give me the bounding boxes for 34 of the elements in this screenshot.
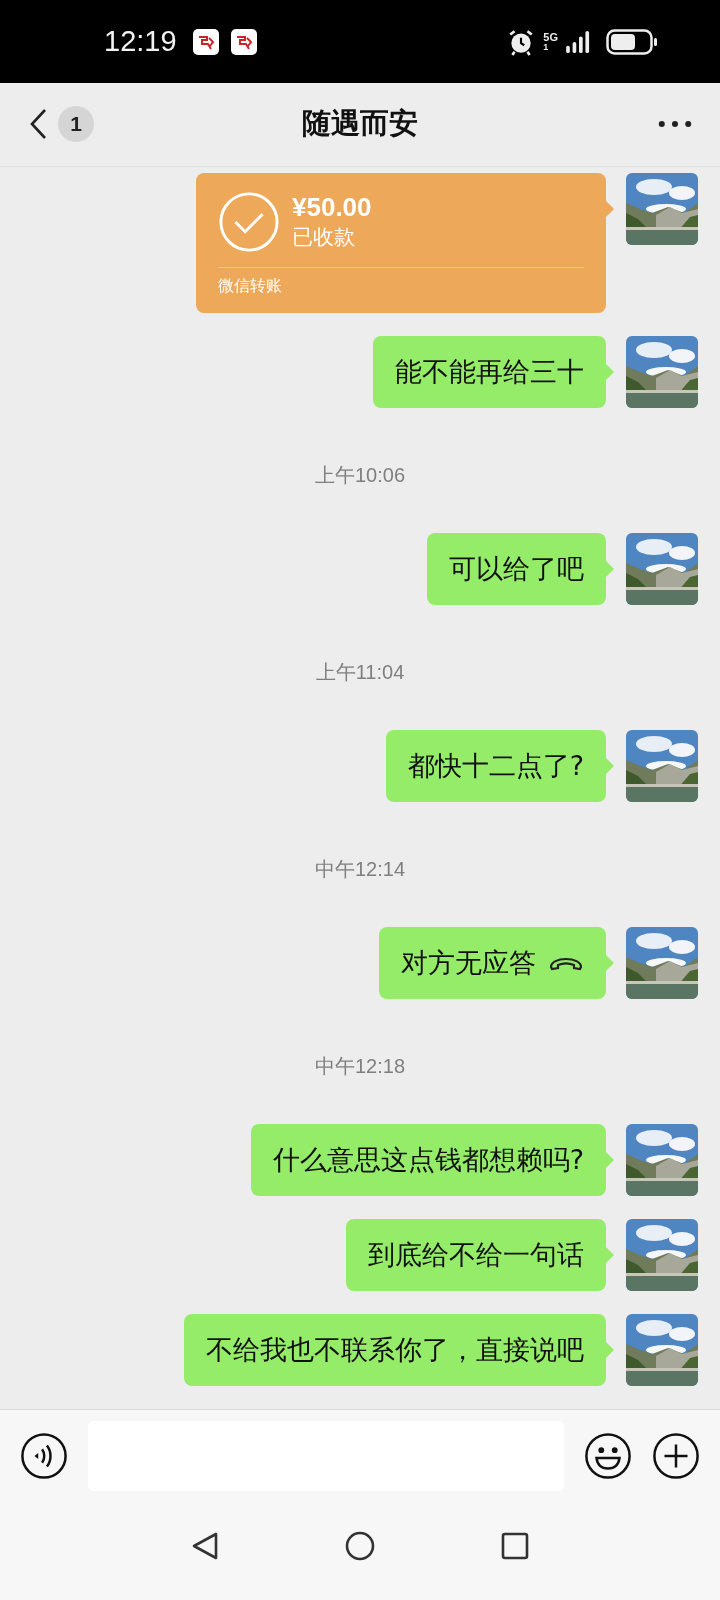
transfer-amount: ¥50.00 [292,192,372,224]
message-bubble: 都快十二点了? [385,729,614,802]
signal-icon [566,30,592,53]
emoji-icon[interactable] [584,1431,632,1480]
message-bubble: 到底给不给一句话 [346,1218,614,1291]
message-time: 上午11:04 [315,659,405,685]
message-bubble: 能不能再给三十 [373,335,614,408]
sim-label: 1 [543,42,550,52]
call-bubble[interactable]: 对方无应答 [379,926,614,999]
call-status: 对方无应答 [401,945,536,980]
battery-icon [606,28,658,55]
message-time: 上午10:06 [314,462,406,488]
message-bubble: 什么意思这点钱都想赖吗? [250,1123,614,1196]
check-circle-icon [218,190,280,253]
back-icon[interactable] [190,1530,220,1561]
app-notification-icon [192,28,219,55]
bubble-tail [606,200,614,217]
more-icon[interactable] [658,120,692,129]
network-label: 5G [543,31,558,43]
unread-count: 1 [58,106,94,143]
status-time: 12:19 [104,25,177,59]
app-notification-icon [230,28,257,55]
voice-icon[interactable] [20,1431,68,1480]
message-bubble: 不给我也不联系你了，直接说吧 [184,1313,614,1386]
bubble-tail [606,954,614,971]
message-bubble: 可以给了吧 [427,532,614,605]
home-icon[interactable] [345,1530,375,1561]
message-time: 中午12:14 [314,856,406,882]
plus-icon[interactable] [652,1431,700,1480]
chat-title: 随遇而安 [301,105,419,143]
message-time: 中午12:18 [314,1053,406,1079]
transfer-status: 已收款 [292,223,356,251]
recent-apps-icon[interactable] [500,1530,530,1561]
transfer-label: 微信转账 [218,275,283,297]
